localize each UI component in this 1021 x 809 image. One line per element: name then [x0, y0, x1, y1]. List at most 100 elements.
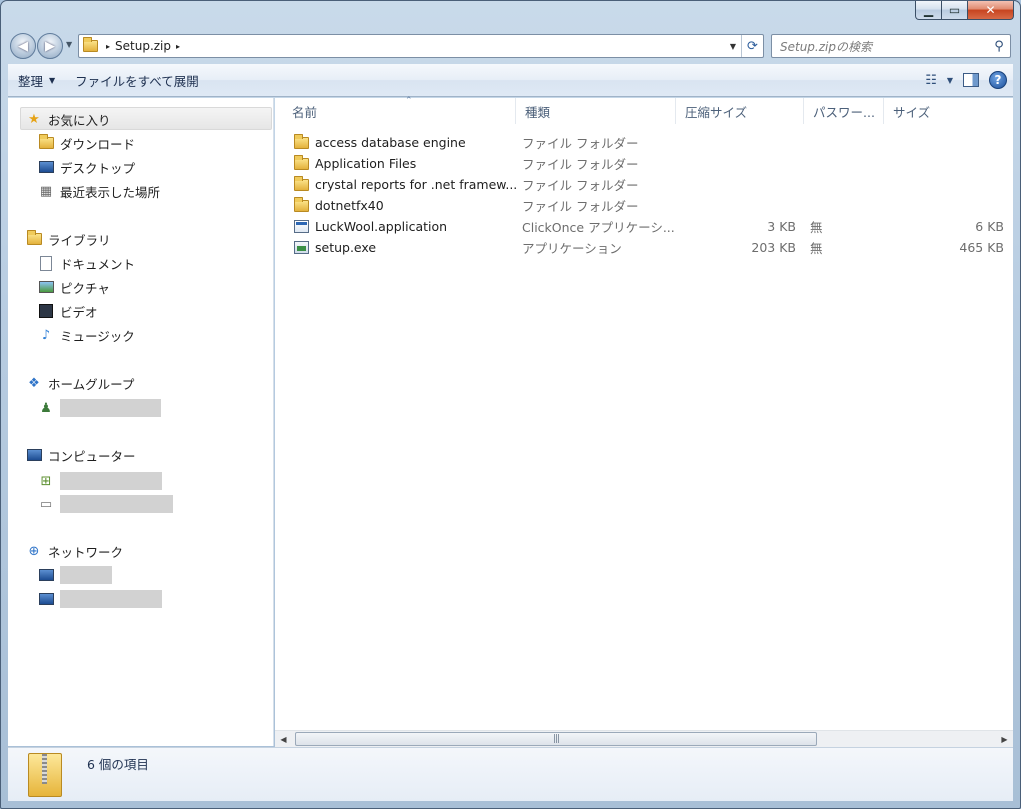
- sidebar-item-music[interactable]: ♪ ミュージック: [38, 324, 135, 346]
- homegroup-icon: ❖: [28, 375, 40, 391]
- sidebar-item-label: 最近表示した場所: [60, 184, 161, 200]
- folder-icon: [293, 154, 309, 172]
- sidebar-item-label: ミュージック: [60, 328, 135, 344]
- sidebar-item-videos[interactable]: ビデオ: [38, 300, 98, 322]
- file-type: ClickOnce アプリケーシ...: [522, 220, 675, 235]
- search-input[interactable]: Setup.zipの検索 ⚲: [771, 34, 1011, 58]
- breadcrumb-setup-zip[interactable]: Setup.zip: [115, 39, 171, 53]
- sidebar-item-drive-c[interactable]: ⊞: [38, 470, 162, 492]
- file-compressed-size: 3 KB: [767, 219, 796, 234]
- extract-all-button[interactable]: ファイルをすべて展開: [65, 64, 209, 96]
- sidebar-item-network-computer-1[interactable]: [38, 564, 112, 586]
- organize-label: 整理: [18, 73, 44, 89]
- network-computer-icon: [38, 567, 54, 583]
- redacted-label: [60, 472, 162, 490]
- music-icon: ♪: [41, 327, 51, 343]
- column-header-label: 種類: [525, 104, 551, 120]
- column-header-label: パスワー...: [813, 104, 875, 120]
- address-bar[interactable]: ▸ Setup.zip ▸ ▼ ⟳: [78, 34, 764, 58]
- column-header-label: 圧縮サイズ: [685, 104, 748, 120]
- scroll-left-icon[interactable]: ◀: [275, 731, 292, 748]
- organize-button[interactable]: 整理 ▼: [8, 64, 65, 96]
- sidebar-item-computer[interactable]: コンピューター: [26, 444, 136, 466]
- clickonce-app-icon: [293, 219, 309, 235]
- redacted-label: [60, 566, 112, 584]
- computer-icon: [26, 447, 42, 463]
- desktop-icon: [38, 159, 54, 175]
- sidebar-item-downloads[interactable]: ダウンロード: [38, 132, 135, 154]
- file-name: Application Files: [315, 156, 417, 171]
- horizontal-scrollbar[interactable]: ◀ ||| ▶: [275, 730, 1013, 747]
- table-row[interactable]: LuckWool.application ClickOnce アプリケーシ...…: [283, 216, 1005, 237]
- libraries-icon: [26, 230, 42, 247]
- table-row[interactable]: Application Files ファイル フォルダー: [283, 153, 1005, 174]
- file-name: dotnetfx40: [315, 198, 384, 213]
- address-history-dropdown-icon[interactable]: ▼: [725, 42, 741, 51]
- sidebar-item-label: ホームグループ: [48, 376, 135, 392]
- file-name: setup.exe: [315, 240, 377, 255]
- recent-pages-dropdown[interactable]: ▼: [66, 40, 72, 49]
- back-button[interactable]: ◀: [10, 33, 36, 59]
- sidebar-item-label: ライブラリ: [48, 232, 111, 248]
- breadcrumb-separator-icon[interactable]: ▸: [171, 42, 185, 51]
- network-icon: ⊕: [28, 543, 40, 559]
- column-header-type[interactable]: 種類: [516, 98, 676, 124]
- column-header-label: サイズ: [893, 104, 931, 120]
- sidebar-item-homegroup-user[interactable]: ♟: [38, 397, 161, 419]
- file-list: 名前 ⌃ 種類 圧縮サイズ パスワー... サイズ access databas…: [275, 96, 1013, 746]
- help-icon[interactable]: ?: [989, 71, 1007, 89]
- folder-icon: [293, 133, 309, 151]
- star-icon: ★: [28, 111, 40, 127]
- sidebar-item-pictures[interactable]: ピクチャ: [38, 276, 110, 298]
- search-icon[interactable]: ⚲: [988, 39, 1010, 54]
- sidebar-item-desktop[interactable]: デスクトップ: [38, 156, 135, 178]
- refresh-icon[interactable]: ⟳: [741, 35, 763, 57]
- sidebar-item-homegroup[interactable]: ❖ ホームグループ: [26, 372, 134, 394]
- breadcrumb-separator-icon[interactable]: ▸: [101, 42, 115, 51]
- exe-icon: [293, 240, 309, 256]
- preview-pane-icon[interactable]: [963, 73, 979, 87]
- column-header-size[interactable]: サイズ: [884, 98, 1005, 124]
- close-button[interactable]: ✕: [968, 1, 1014, 20]
- chevron-down-icon: ▼: [49, 75, 56, 85]
- table-row[interactable]: setup.exe アプリケーション 203 KB 無 465 KB: [283, 237, 1005, 258]
- sort-ascending-icon: ⌃: [405, 96, 413, 106]
- maximize-button[interactable]: ▭: [942, 1, 968, 20]
- minimize-button[interactable]: ▁: [915, 1, 942, 20]
- scroll-right-icon[interactable]: ▶: [996, 731, 1013, 748]
- sidebar-item-libraries[interactable]: ライブラリ: [26, 228, 111, 250]
- sidebar-item-favorites[interactable]: ★ お気に入り: [26, 108, 111, 130]
- view-options-dropdown-icon[interactable]: ▼: [947, 76, 953, 85]
- sidebar-item-drive-d[interactable]: ▭: [38, 493, 173, 515]
- sidebar-item-label: ビデオ: [60, 304, 98, 320]
- table-row[interactable]: dotnetfx40 ファイル フォルダー: [283, 195, 1005, 216]
- sidebar-item-label: コンピューター: [48, 448, 136, 464]
- folder-icon: [293, 175, 309, 193]
- navigation-pane: ★ お気に入り ダウンロード デスクトップ ▦ 最近表示した場所 ライブラリ ド…: [8, 98, 274, 746]
- zip-folder-icon: [28, 753, 62, 797]
- forward-button[interactable]: ▶: [37, 33, 63, 59]
- column-header-name[interactable]: 名前 ⌃: [283, 96, 516, 124]
- scrollbar-thumb[interactable]: |||: [295, 732, 817, 746]
- sidebar-item-documents[interactable]: ドキュメント: [38, 252, 135, 274]
- windows-drive-icon: ⊞: [40, 473, 52, 489]
- change-view-icon[interactable]: ☷: [925, 73, 937, 88]
- close-icon: ✕: [985, 3, 996, 17]
- column-header-compressed-size[interactable]: 圧縮サイズ: [676, 98, 804, 124]
- column-header-password[interactable]: パスワー...: [804, 98, 884, 124]
- table-row[interactable]: crystal reports for .net framew... ファイル …: [283, 174, 1005, 195]
- sidebar-item-network-computer-2[interactable]: [38, 588, 162, 610]
- search-placeholder: Setup.zipの検索: [780, 39, 872, 54]
- caption-buttons: ▁ ▭ ✕: [915, 1, 1014, 20]
- sidebar-item-label: お気に入り: [48, 112, 111, 128]
- sidebar-item-recent-places[interactable]: ▦ 最近表示した場所: [38, 180, 160, 202]
- file-name: LuckWool.application: [315, 219, 448, 234]
- sidebar-item-network[interactable]: ⊕ ネットワーク: [26, 540, 123, 562]
- table-row[interactable]: access database engine ファイル フォルダー: [283, 132, 1005, 153]
- extract-all-label: ファイルをすべて展開: [75, 73, 199, 89]
- minimize-icon: ▁: [923, 3, 934, 17]
- file-size: 6 KB: [975, 219, 1004, 234]
- pictures-icon: [38, 279, 54, 295]
- view-controls: ☷ ▼ ?: [925, 71, 1013, 89]
- network-computer-icon: [38, 591, 54, 607]
